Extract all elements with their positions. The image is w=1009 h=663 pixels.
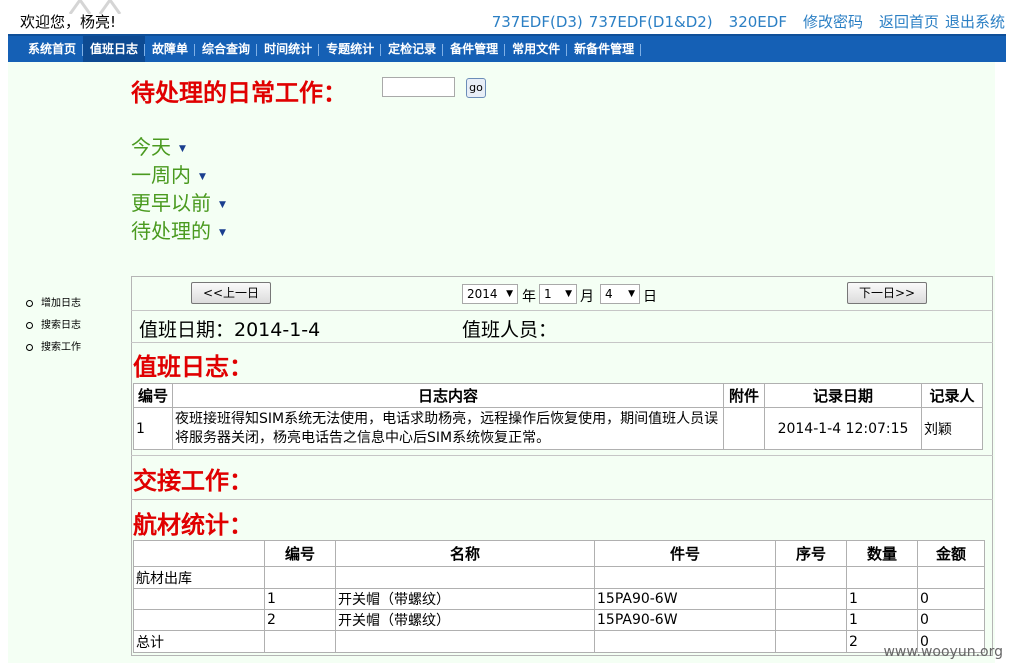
year-select[interactable]: 2014 ▼: [462, 284, 518, 304]
link-320edf[interactable]: 320EDF: [729, 13, 787, 31]
bullet-icon: [26, 321, 33, 329]
sidebar-item-search-log[interactable]: 搜索日志: [26, 318, 81, 340]
nav-item-query[interactable]: 综合查询: [195, 36, 258, 62]
watermark: www.wooyun.org: [883, 644, 1003, 660]
col-header-part: 件号: [594, 540, 776, 567]
cell-no: 1: [133, 407, 173, 450]
col-header-blank: [133, 540, 265, 567]
sidebar-item-search-work[interactable]: 搜索工作: [26, 340, 81, 362]
table-header-row: 编号 名称 件号 序号 数量 金额: [133, 540, 985, 567]
cell-amount: 0: [917, 609, 985, 631]
top-links: 737EDF(D3) 737EDF(D1&D2) 320EDF 修改密码 返回首页 退出系…: [476, 11, 1005, 32]
table-header-row: 编号 日志内容 附件 记录日期 记录人: [133, 383, 983, 408]
chevron-down-icon: ▼: [219, 227, 226, 238]
link-home[interactable]: 返回首页: [879, 13, 939, 31]
cell-part: 15PA90-6W: [594, 588, 776, 610]
group-today[interactable]: 今天 ▼: [131, 131, 186, 160]
chevron-down-icon: ▼: [199, 171, 206, 182]
chevron-down-icon: ▼: [628, 289, 635, 299]
cell-content: 夜班接班得知SIM系统无法使用，电话求助杨亮，远程操作后恢复使用，期间值班人员误…: [172, 407, 724, 450]
cell-total-label: 总计: [133, 630, 265, 653]
cell-serial: [775, 609, 847, 631]
nav-item-duty-log[interactable]: 值班日志: [83, 36, 146, 62]
sidebar: 增加日志 搜索日志 搜索工作: [26, 296, 81, 362]
day-select[interactable]: 4 ▼: [600, 284, 640, 304]
link-change-password[interactable]: 修改密码: [803, 13, 863, 31]
prev-day-button[interactable]: <<上一日: [191, 282, 271, 304]
next-day-button[interactable]: 下一日>>: [847, 282, 927, 304]
day-unit: 日: [643, 289, 657, 305]
divider: [131, 455, 993, 456]
cell-no: 2: [264, 609, 336, 631]
duty-log-title: 值班日志：: [133, 353, 253, 381]
duty-log-table: 编号 日志内容 附件 记录日期 记录人 1 夜班接班得知SIM系统无法使用，电话…: [133, 383, 983, 450]
link-737edf-d3[interactable]: 737EDF(D3): [492, 13, 583, 31]
nav-item-topic-stats[interactable]: 专题统计: [319, 36, 382, 62]
col-header-date: 记录日期: [764, 383, 922, 408]
chevron-down-icon: ▼: [506, 289, 513, 299]
duty-person: 值班人员：: [462, 319, 558, 341]
cell-date: 2014-1-4 12:07:15: [764, 407, 922, 450]
group-earlier[interactable]: 更早以前 ▼: [131, 187, 226, 216]
materials-title: 航材统计：: [133, 511, 253, 539]
cell-recorder: 刘颖: [921, 407, 983, 450]
cell-section: 航材出库: [133, 566, 265, 589]
group-week[interactable]: 一周内 ▼: [131, 159, 206, 188]
table-row: 2 开关帽（带螺纹） 15PA90-6W 1 0: [133, 609, 985, 631]
cell-name: 开关帽（带螺纹）: [335, 609, 595, 631]
col-header-recorder: 记录人: [921, 383, 983, 408]
link-logout[interactable]: 退出系统: [945, 13, 1005, 31]
main-nav: 系统首页 值班日志 故障单 综合查询 时间统计 专题统计 定检记录 备件管理 常…: [8, 34, 1006, 62]
col-header-name: 名称: [335, 540, 595, 567]
cell-name: 开关帽（带螺纹）: [335, 588, 595, 610]
nav-item-time-stats[interactable]: 时间统计: [257, 36, 320, 62]
pending-search-input[interactable]: [382, 77, 455, 97]
bullet-icon: [26, 343, 33, 351]
nav-item-inspection[interactable]: 定检记录: [381, 36, 444, 62]
table-row: 航材出库: [133, 566, 985, 589]
sidebar-item-add-log[interactable]: 增加日志: [26, 296, 81, 318]
nav-item-fault-ticket[interactable]: 故障单: [145, 36, 196, 62]
welcome-text: 欢迎您，杨亮!: [20, 13, 117, 31]
duty-date: 值班日期：2014-1-4: [139, 319, 321, 341]
cell-no: 1: [264, 588, 336, 610]
col-header-attachment: 附件: [723, 383, 765, 408]
col-header-amount: 金额: [917, 540, 985, 567]
cell-serial: [775, 588, 847, 610]
divider: [131, 499, 993, 500]
cell-part: 15PA90-6W: [594, 609, 776, 631]
chevron-down-icon: ▼: [219, 199, 226, 210]
cell-attachment: [723, 407, 765, 450]
table-row-total: 总计 2 0: [133, 630, 985, 653]
top-bar: 欢迎您，杨亮! 737EDF(D3) 737EDF(D1&D2) 320EDF 修改密…: [0, 0, 1009, 34]
col-header-content: 日志内容: [172, 383, 724, 408]
cell-qty: 1: [846, 609, 918, 631]
materials-table: 编号 名称 件号 序号 数量 金额 航材出库 1 开关帽（带螺纹） 15PA90…: [133, 540, 985, 653]
divider: [131, 342, 993, 343]
nav-item-files[interactable]: 常用文件: [505, 36, 568, 62]
divider: [131, 310, 993, 311]
bullet-icon: [26, 299, 33, 307]
month-select[interactable]: 1 ▼: [539, 284, 577, 304]
chevron-down-icon: ▼: [179, 143, 186, 154]
go-button[interactable]: go: [466, 78, 486, 98]
chevron-down-icon: ▼: [565, 289, 572, 299]
cell-qty: 1: [846, 588, 918, 610]
nav-item-spares[interactable]: 备件管理: [443, 36, 506, 62]
pending-title: 待处理的日常工作：: [131, 79, 347, 107]
link-737edf-d1d2[interactable]: 737EDF(D1&D2): [589, 13, 713, 31]
year-unit: 年: [522, 289, 536, 305]
handover-title: 交接工作：: [133, 467, 253, 495]
table-row: 1 开关帽（带螺纹） 15PA90-6W 1 0: [133, 588, 985, 610]
nav-item-home[interactable]: 系统首页: [8, 36, 84, 62]
col-header-no: 编号: [264, 540, 336, 567]
table-row: 1 夜班接班得知SIM系统无法使用，电话求助杨亮，远程操作后恢复使用，期间值班人…: [133, 407, 983, 450]
month-unit: 月: [580, 289, 594, 305]
col-header-no: 编号: [133, 383, 173, 408]
group-pending[interactable]: 待处理的 ▼: [131, 215, 226, 244]
nav-item-new-spares[interactable]: 新备件管理: [567, 36, 642, 62]
cell-amount: 0: [917, 588, 985, 610]
col-header-serial: 序号: [775, 540, 847, 567]
col-header-qty: 数量: [846, 540, 918, 567]
